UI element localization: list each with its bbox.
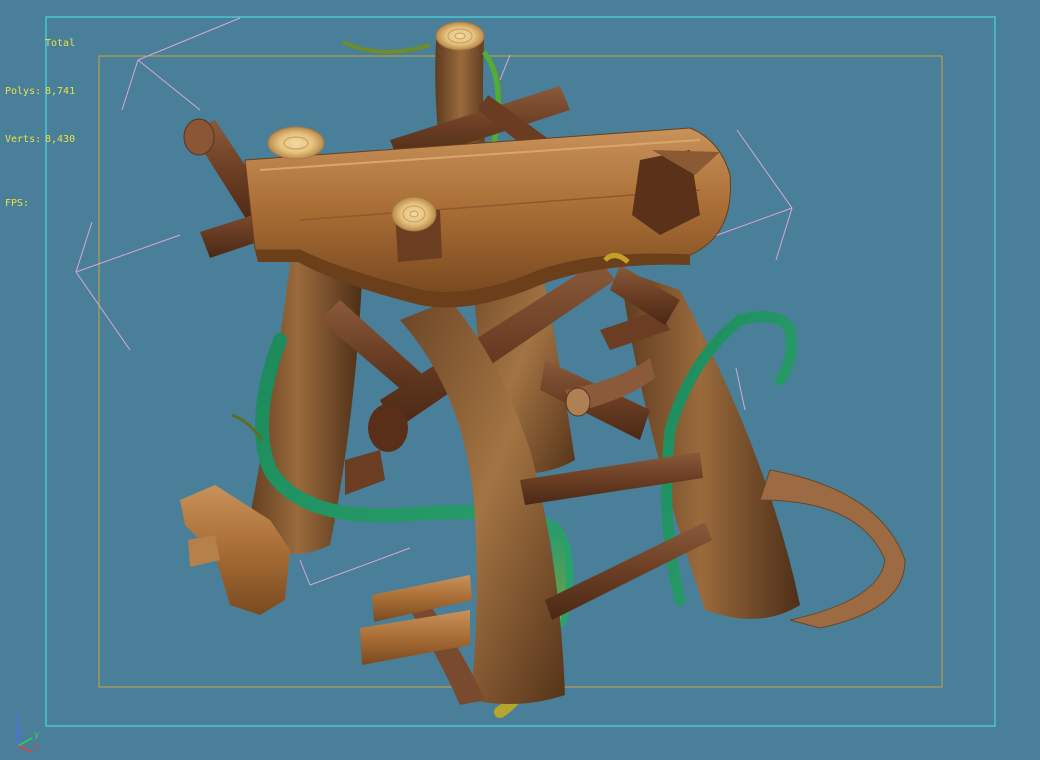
axis-y-label: y — [34, 730, 40, 740]
axis-x-label: x — [34, 742, 40, 752]
center-peg — [391, 196, 442, 262]
verts-label: Verts: — [5, 134, 42, 145]
stats-polys-row: Polys: 8,741 — [5, 84, 75, 100]
verts-value: 8,430 — [45, 134, 76, 145]
stats-fps-row: FPS: — [5, 196, 75, 212]
perspective-viewport[interactable]: Total Polys: 8,741 Verts: 8,430 FPS: z y… — [0, 0, 1040, 760]
scene-canvas[interactable] — [0, 0, 1040, 760]
axis-gizmo: z y x — [8, 712, 44, 754]
axis-z-label: z — [16, 712, 22, 722]
stats-header: Total — [45, 38, 76, 49]
fps-label: FPS: — [5, 198, 30, 209]
viewport-statistics: Total Polys: 8,741 Verts: 8,430 FPS: — [5, 4, 75, 244]
polys-label: Polys: — [5, 86, 42, 97]
polys-value: 8,741 — [45, 86, 76, 97]
stats-verts-row: Verts: 8,430 — [5, 132, 75, 148]
